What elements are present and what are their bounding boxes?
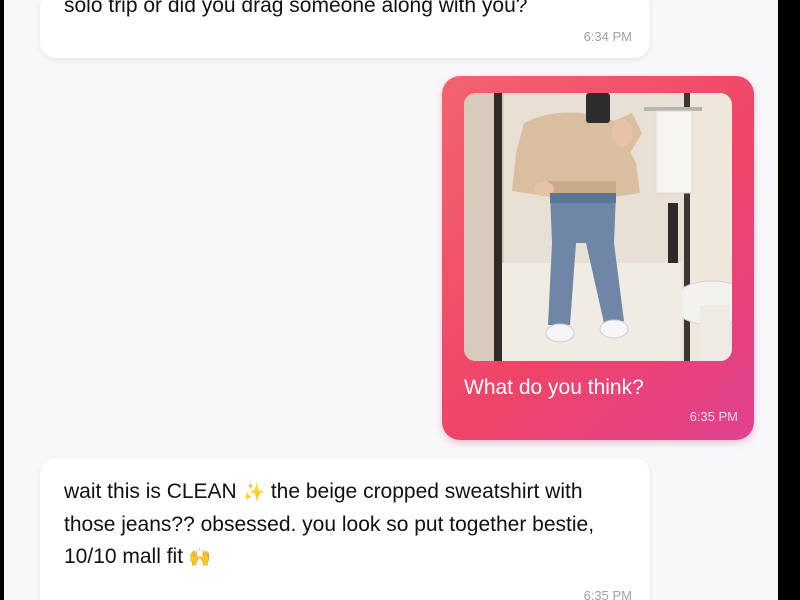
message-text: solo trip or did you drag someone along … (64, 0, 528, 17)
message-bubble-incoming[interactable]: wait this is CLEAN ✨ the beige cropped s… (40, 458, 650, 600)
message-text: wait this is CLEAN ✨ the beige cropped s… (40, 458, 650, 574)
message-bubble-outgoing[interactable]: What do you think? 6:35 PM (442, 76, 754, 440)
photo-attachment[interactable] (464, 93, 732, 361)
message-caption: What do you think? (464, 376, 644, 399)
message-timestamp: 6:34 PM (583, 29, 632, 44)
message-bubble-incoming[interactable]: solo trip or did you drag someone along … (40, 0, 650, 58)
raised-hands-icon: 🙌 (188, 547, 212, 568)
mirror-selfie-image (464, 93, 732, 361)
message-timestamp: 6:35 PM (689, 409, 738, 424)
sparkles-icon: ✨ (242, 482, 265, 503)
message-text-part: wait this is CLEAN (64, 480, 243, 503)
message-timestamp: 6:35 PM (583, 588, 632, 600)
chat-thread: solo trip or did you drag someone along … (4, 0, 778, 600)
